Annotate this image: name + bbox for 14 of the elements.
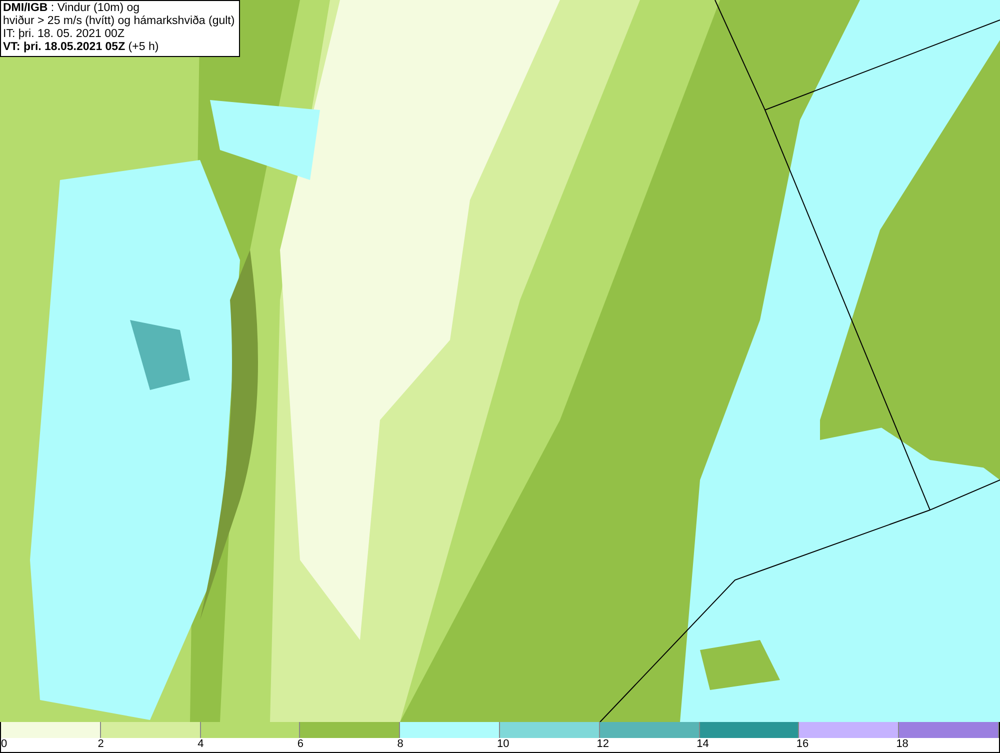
legend-label: 10: [497, 738, 510, 751]
legend-label: 16: [796, 738, 809, 751]
legend-label: 4: [198, 738, 204, 751]
info-text: DMI/IGB : Vindur (10m) og: [3, 2, 141, 15]
info-text: VT: þri. 18.05.2021 05Z (+5 h): [3, 41, 160, 54]
legend-label: 6: [297, 738, 304, 751]
info-text: hviður > 25 m/s (hvítt) og hámarkshviða (gult): [3, 15, 235, 28]
legend-label: 14: [696, 738, 709, 751]
info-text: IT: þri. 18. 05. 2021 00Z: [3, 28, 126, 41]
legend-label: 0: [1, 738, 8, 751]
legend-label: 12: [596, 738, 610, 751]
legend-label: 18: [896, 738, 908, 751]
legend-label: 2: [98, 738, 104, 751]
legend-label: 8: [397, 738, 404, 751]
